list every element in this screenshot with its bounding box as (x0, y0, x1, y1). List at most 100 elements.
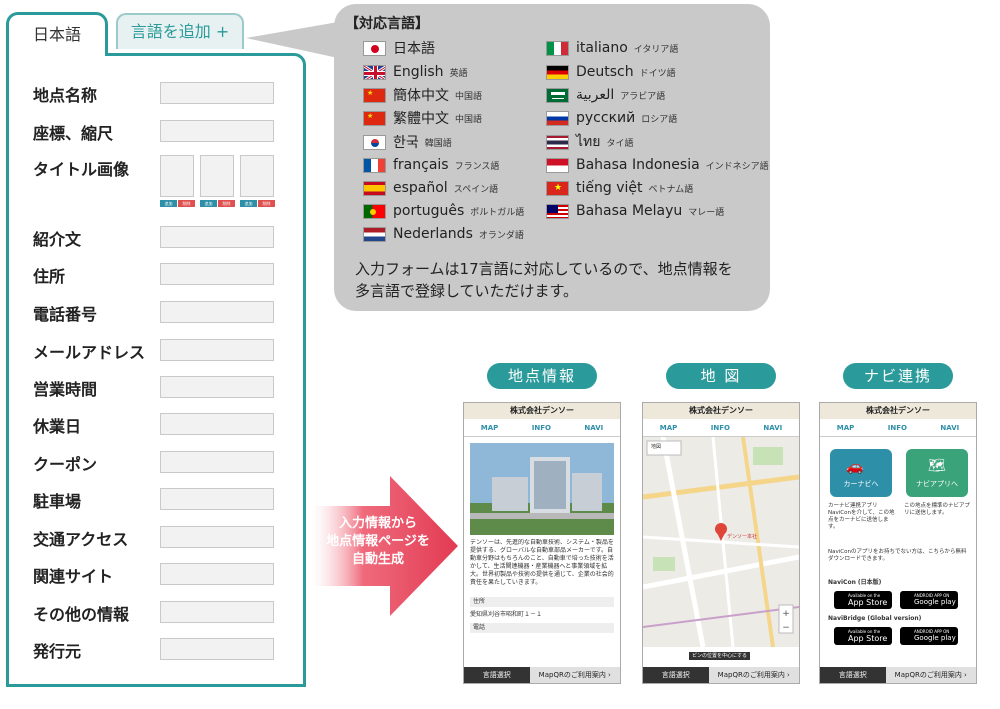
language-item: ★ tiếng việt ベトナム語 (546, 178, 693, 198)
title-image-slot-1[interactable] (160, 155, 194, 197)
nav-map[interactable]: MAP (481, 424, 499, 432)
company-header: 株式会社デンソー (820, 403, 976, 419)
nav-navi[interactable]: NAVI (584, 424, 603, 432)
nav-navi[interactable]: NAVI (940, 424, 959, 432)
uk-flag-icon (363, 64, 386, 80)
nav-info[interactable]: INFO (888, 424, 907, 432)
title-image-slot-2[interactable] (200, 155, 234, 197)
other-info-input[interactable] (160, 601, 274, 623)
phone-nav: MAP INFO NAVI (643, 419, 799, 437)
field-label-other-info: その他の情報 (33, 605, 130, 624)
coordinates-input[interactable] (160, 120, 274, 142)
language-item: Bahasa Melayu マレー語 (546, 201, 724, 221)
phone-info-screen: 株式会社デンソー MAP INFO NAVI デンソーは、先進的な自動車技術、シ… (463, 402, 621, 684)
language-select-button[interactable]: 言語選択 (464, 667, 530, 683)
image-add-button[interactable]: 追加 (200, 200, 217, 207)
image-delete-button[interactable]: 削除 (218, 200, 235, 207)
tab-joint (9, 52, 105, 58)
car-navi-button[interactable]: 🚗 カーナビへ (830, 449, 892, 497)
mapqr-guide-link[interactable]: MapQRのご利用案内 › (708, 667, 799, 683)
image-delete-button[interactable]: 削除 (258, 200, 275, 207)
language-item: português ポルトガル語 (363, 201, 524, 221)
address-value: 愛知県刈谷市昭和町１－１ (470, 611, 543, 618)
mapqr-guide-link[interactable]: MapQRのご利用案内 › (885, 667, 976, 683)
name-input[interactable] (160, 82, 274, 104)
hours-input[interactable] (160, 376, 274, 398)
map-app-icon: 🗺 (928, 458, 946, 474)
parking-input[interactable] (160, 488, 274, 510)
introduction-input[interactable] (160, 226, 274, 248)
image-add-button[interactable]: 追加 (160, 200, 177, 207)
korea-flag-icon (363, 134, 386, 150)
label-navi-link: ナビ連携 (843, 363, 953, 389)
title-image-slot-3[interactable] (240, 155, 274, 197)
field-label-hours: 営業時間 (33, 380, 98, 399)
image-add-button[interactable]: 追加 (240, 200, 257, 207)
language-item: ไทย タイ語 (546, 132, 634, 152)
related-site-input[interactable] (160, 563, 274, 585)
nav-map[interactable]: MAP (837, 424, 855, 432)
field-label-coordinates: 座標、縮尺 (33, 124, 114, 143)
language-item: Deutsch ドイツ語 (546, 62, 676, 82)
field-label-address: 住所 (33, 267, 66, 286)
phone-footer: 言語選択 MapQRのご利用案内 › (643, 667, 799, 683)
nav-info[interactable]: INFO (532, 424, 551, 432)
building-photo (470, 443, 614, 535)
phone-label: 電話 (470, 623, 614, 633)
language-select-button[interactable]: 言語選択 (820, 667, 886, 683)
thailand-flag-icon (546, 134, 569, 150)
navi-app-description: この地点を標準のナビアプリに送信します。 (904, 503, 971, 516)
publisher-input[interactable] (160, 638, 274, 660)
coupon-input[interactable] (160, 451, 274, 473)
nav-info[interactable]: INFO (711, 424, 730, 432)
access-input[interactable] (160, 526, 274, 548)
info-description: デンソーは、先進的な自動車技術、システム・製品を提供する、グローバルな自動車部品… (470, 539, 614, 586)
saudi-flag-icon (546, 87, 569, 103)
languages-description: 入力フォームは17言語に対応しているので、地点情報を 多言語で登録していただけま… (355, 260, 733, 300)
svg-text:−: − (782, 623, 790, 633)
center-pin-button[interactable]: ピンの位置を中心にする (689, 652, 751, 660)
language-item: Nederlands オランダ語 (363, 224, 524, 244)
nav-map[interactable]: MAP (660, 424, 678, 432)
phone-nav: MAP INFO NAVI (820, 419, 976, 437)
label-map: 地 図 (666, 363, 776, 389)
malaysia-flag-icon (546, 203, 569, 219)
google-play-badge[interactable]: ANDROID APP ON Google play (900, 627, 958, 645)
add-language-tab[interactable]: 言語を追加 + (116, 13, 244, 49)
company-header: 株式会社デンソー (464, 403, 620, 419)
mapqr-guide-link[interactable]: MapQRのご利用案内 › (529, 667, 620, 683)
phone-footer: 言語選択 MapQRのご利用案内 › (464, 667, 620, 683)
japan-flag-icon (363, 40, 386, 56)
tab-japanese[interactable]: 日本語 (6, 12, 108, 56)
phone-map-screen: 株式会社デンソー MAP INFO NAVI + − 地図 デンソー本社 ピンの… (642, 402, 800, 684)
map-type-select[interactable]: 地図 (651, 443, 661, 451)
holidays-input[interactable] (160, 413, 274, 435)
field-label-holidays: 休業日 (33, 417, 82, 436)
language-item: العربية アラビア語 (546, 85, 665, 105)
app-store-badge[interactable]: Available on the App Store (834, 591, 892, 609)
map-view[interactable]: + − (643, 437, 799, 647)
language-item: ★ 簡体中文 中国語 (363, 85, 482, 105)
language-item: English 英語 (363, 62, 468, 82)
app-store-badge[interactable]: Available on the App Store (834, 627, 892, 645)
phone-input[interactable] (160, 301, 274, 323)
language-item: русский ロシア語 (546, 108, 677, 128)
language-select-button[interactable]: 言語選択 (643, 667, 709, 683)
email-input[interactable] (160, 339, 274, 361)
field-label-publisher: 発行元 (33, 642, 82, 661)
image-delete-button[interactable]: 削除 (178, 200, 195, 207)
input-form-panel (6, 53, 306, 687)
google-play-badge[interactable]: ANDROID APP ON Google play (900, 591, 958, 609)
nav-navi[interactable]: NAVI (763, 424, 782, 432)
language-item: 日本語 (363, 38, 441, 58)
field-label-parking: 駐車場 (33, 492, 82, 511)
navibridge-label: NaviBridge (Global version) (828, 615, 922, 622)
address-input[interactable] (160, 263, 274, 285)
china-flag-icon: ★ (363, 87, 386, 103)
field-label-introduction: 紹介文 (33, 230, 82, 249)
languages-title: 【対応言語】 (345, 16, 429, 32)
field-label-title-image: タイトル画像 (33, 160, 130, 179)
field-label-access: 交通アクセス (33, 530, 129, 549)
italy-flag-icon (546, 40, 569, 56)
navi-app-button[interactable]: 🗺 ナビアプリへ (906, 449, 968, 497)
